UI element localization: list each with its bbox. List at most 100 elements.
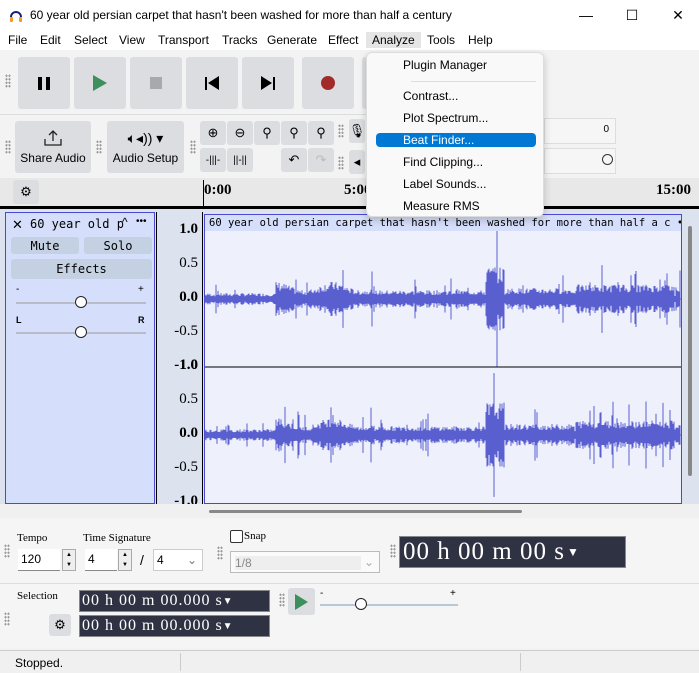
timeline-ruler[interactable]: ⚙ 0:00 5:00 15:00 xyxy=(0,178,699,206)
menu-item-contrast[interactable]: Contrast... xyxy=(403,89,458,103)
menu-item-find-clipping[interactable]: Find Clipping... xyxy=(403,155,483,169)
snap-select[interactable]: 1/8 ⌄ xyxy=(230,551,380,573)
audio-clip[interactable]: 60 year old persian carpet that hasn't b… xyxy=(204,214,682,504)
tempo-spinner[interactable]: ▲ ▼ xyxy=(62,549,76,571)
menu-edit[interactable]: Edit xyxy=(40,33,61,47)
toolbar-grip[interactable] xyxy=(338,124,344,138)
pan-slider-thumb[interactable] xyxy=(75,326,87,338)
selection-settings-button[interactable]: ⚙ xyxy=(49,614,71,636)
playback-meter[interactable] xyxy=(544,148,616,174)
play-at-speed-button[interactable] xyxy=(288,588,315,615)
caret-down-icon[interactable]: ▼ xyxy=(567,545,580,560)
maximize-button[interactable]: ☐ xyxy=(609,0,655,32)
toolbar-grip[interactable] xyxy=(5,74,11,88)
menu-item-label-sounds[interactable]: Label Sounds... xyxy=(403,177,486,191)
solo-button[interactable]: Solo xyxy=(84,237,152,254)
gain-slider[interactable] xyxy=(16,296,146,308)
track-menu-icon[interactable]: ••• xyxy=(136,216,147,227)
zoom-out-button[interactable]: ⊖ xyxy=(227,121,253,145)
menu-effect[interactable]: Effect xyxy=(328,33,358,47)
silence-button[interactable]: ||-|| xyxy=(227,148,253,172)
zoom-out-icon: ⊖ xyxy=(234,125,246,140)
toolbar-grip[interactable] xyxy=(217,546,223,560)
menu-view[interactable]: View xyxy=(119,33,145,47)
zoom-in-button[interactable]: ⊕ xyxy=(200,121,226,145)
selection-end[interactable]: 00 h 00 m 00.000 s ▼ xyxy=(79,615,270,637)
record-meter-button[interactable]: 🎙︎ xyxy=(349,119,365,143)
playback-meter-button[interactable]: ◂ xyxy=(349,150,365,174)
speed-slider-thumb[interactable] xyxy=(355,598,368,610)
toolbar-grip[interactable] xyxy=(4,544,10,558)
audio-setup-label: Audio Setup xyxy=(112,150,179,165)
menu-select[interactable]: Select xyxy=(74,33,107,47)
vertical-scale[interactable]: 1.0 0.5 0.0 -0.5 -1.0 1.0 0.5 0.0 -0.5 -1.0 xyxy=(156,212,203,509)
menu-help[interactable]: Help xyxy=(468,33,493,47)
menu-generate[interactable]: Generate xyxy=(267,33,317,47)
menu-file[interactable]: File xyxy=(8,33,27,47)
mute-button[interactable]: Mute xyxy=(11,237,79,254)
toolbar-grip[interactable] xyxy=(390,544,396,558)
toolbar-grip[interactable] xyxy=(190,140,196,154)
playback-speed-slider[interactable] xyxy=(320,598,458,610)
meter-slider-thumb[interactable] xyxy=(602,154,613,165)
record-meter[interactable]: 0 xyxy=(544,118,616,144)
menu-item-beat-finder[interactable]: Beat Finder... xyxy=(376,133,536,147)
time-signature-denominator[interactable]: 4 ⌄ xyxy=(153,549,203,571)
time-signature-numerator[interactable]: 4 xyxy=(85,549,117,571)
waveform-channel xyxy=(205,373,681,497)
clip-menu-icon[interactable]: ••• xyxy=(677,217,681,229)
trim-button[interactable]: -|||- xyxy=(200,148,226,172)
menu-item-plot-spectrum[interactable]: Plot Spectrum... xyxy=(403,111,488,125)
redo-icon: ↷ xyxy=(315,152,327,167)
menu-tools[interactable]: Tools xyxy=(427,33,455,47)
timeline-settings-button[interactable]: ⚙ xyxy=(13,180,39,204)
horizontal-scrollbar[interactable] xyxy=(209,510,522,513)
skip-end-button[interactable] xyxy=(242,57,294,109)
numerator-spinner[interactable]: ▲ ▼ xyxy=(118,549,132,571)
caret-down-icon[interactable]: ▼ xyxy=(223,596,234,607)
fit-selection-button[interactable]: ⚲ xyxy=(254,121,280,145)
toolbar-grip[interactable] xyxy=(279,593,285,607)
menu-item-measure-rms[interactable]: Measure RMS xyxy=(403,199,480,213)
tempo-input[interactable]: 120 xyxy=(18,549,60,571)
zoom-toggle-button[interactable]: ⚲ xyxy=(308,121,334,145)
stop-button[interactable] xyxy=(130,57,182,109)
menu-tracks[interactable]: Tracks xyxy=(222,33,258,47)
toolbar-grip[interactable] xyxy=(4,612,10,626)
track-close-icon[interactable]: ✕ xyxy=(12,217,23,233)
time-display[interactable]: 00 h 00 m 00 s ▼ xyxy=(399,536,626,568)
ruler-tick-label: 15:00 xyxy=(656,182,691,198)
undo-button[interactable]: ↶ xyxy=(281,148,307,172)
redo-button[interactable]: ↷ xyxy=(308,148,334,172)
selection-start[interactable]: 00 h 00 m 00.000 s ▼ xyxy=(79,590,270,612)
snap-checkbox[interactable] xyxy=(230,530,243,543)
status-bar: Stopped. xyxy=(0,650,699,673)
toolbar-grip[interactable] xyxy=(5,140,11,154)
track-name[interactable]: 60 year old p xyxy=(30,217,124,231)
skip-start-button[interactable] xyxy=(186,57,238,109)
audio-setup-button[interactable]: 🔈︎◂)) ▾ Audio Setup xyxy=(107,121,184,173)
clip-title-bar[interactable]: 60 year old persian carpet that hasn't b… xyxy=(205,215,681,231)
vertical-scrollbar[interactable] xyxy=(688,226,692,476)
play-button[interactable] xyxy=(74,57,126,109)
pause-button[interactable] xyxy=(18,57,70,109)
close-button[interactable]: ✕ xyxy=(655,0,699,32)
collapse-icon[interactable]: ^ xyxy=(122,215,128,229)
fit-project-button[interactable]: ⚲ xyxy=(281,121,307,145)
share-audio-button[interactable]: Share Audio xyxy=(15,121,91,173)
ruler-tick-label: 0:00 xyxy=(204,182,232,198)
minimize-button[interactable]: — xyxy=(563,0,609,32)
caret-down-icon[interactable]: ▼ xyxy=(223,621,234,632)
gain-minus-label: - xyxy=(16,284,20,295)
toolbar-grip[interactable] xyxy=(96,140,102,154)
gain-slider-thumb[interactable] xyxy=(75,296,87,308)
pan-slider[interactable] xyxy=(16,326,146,338)
menu-analyze[interactable]: Analyze xyxy=(366,32,421,48)
menu-item-plugin-manager[interactable]: Plugin Manager xyxy=(403,58,487,72)
record-button[interactable] xyxy=(302,57,354,109)
toolbar-grip[interactable] xyxy=(338,156,344,170)
track-control-panel[interactable]: ✕ 60 year old p ^ ••• Mute Solo Effects … xyxy=(5,212,155,504)
waveform[interactable] xyxy=(205,231,681,505)
effects-button[interactable]: Effects xyxy=(11,259,152,279)
menu-transport[interactable]: Transport xyxy=(158,33,209,47)
